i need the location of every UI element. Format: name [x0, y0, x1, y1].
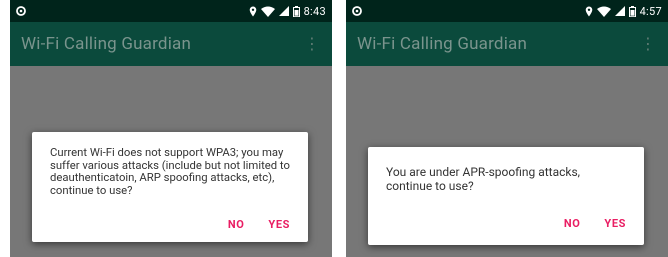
status-time: 4:57: [639, 4, 662, 18]
battery-icon: [628, 5, 636, 17]
alert-dialog: You are under APR-spoofing attacks, cont…: [368, 147, 644, 245]
location-icon: [249, 6, 256, 16]
app-bar: Wi-Fi Calling Guardian ⋮: [346, 22, 668, 66]
app-bar: Wi-Fi Calling Guardian ⋮: [10, 22, 332, 66]
status-bar: 8:43: [10, 0, 332, 22]
status-bar: 4:57: [346, 0, 668, 22]
app-title: Wi-Fi Calling Guardian: [21, 34, 192, 54]
dialog-message: You are under APR-spoofing attacks, cont…: [386, 165, 581, 193]
notification-icon: [16, 6, 26, 16]
overflow-menu-icon[interactable]: ⋮: [640, 36, 668, 52]
yes-button[interactable]: YES: [268, 218, 290, 231]
no-button[interactable]: NO: [228, 218, 245, 231]
no-button[interactable]: NO: [564, 217, 581, 230]
status-time: 8:43: [303, 4, 326, 18]
wifi-icon: [596, 6, 611, 17]
signal-icon: [614, 6, 625, 16]
yes-button[interactable]: YES: [604, 217, 626, 230]
alert-dialog: Current Wi-Fi does not support WPA3; you…: [32, 132, 308, 242]
location-icon: [585, 6, 592, 16]
signal-icon: [278, 6, 289, 16]
dialog-message: Current Wi-Fi does not support WPA3; you…: [50, 146, 290, 197]
battery-icon: [292, 5, 300, 17]
phone-screen-1: 8:43 Wi-Fi Calling Guardian ⋮ Current Wi…: [10, 0, 332, 257]
wifi-icon: [260, 6, 275, 17]
overflow-menu-icon[interactable]: ⋮: [304, 36, 332, 52]
phone-screen-2: 4:57 Wi-Fi Calling Guardian ⋮ You are un…: [346, 0, 668, 257]
app-title: Wi-Fi Calling Guardian: [357, 34, 528, 54]
notification-icon: [352, 6, 362, 16]
